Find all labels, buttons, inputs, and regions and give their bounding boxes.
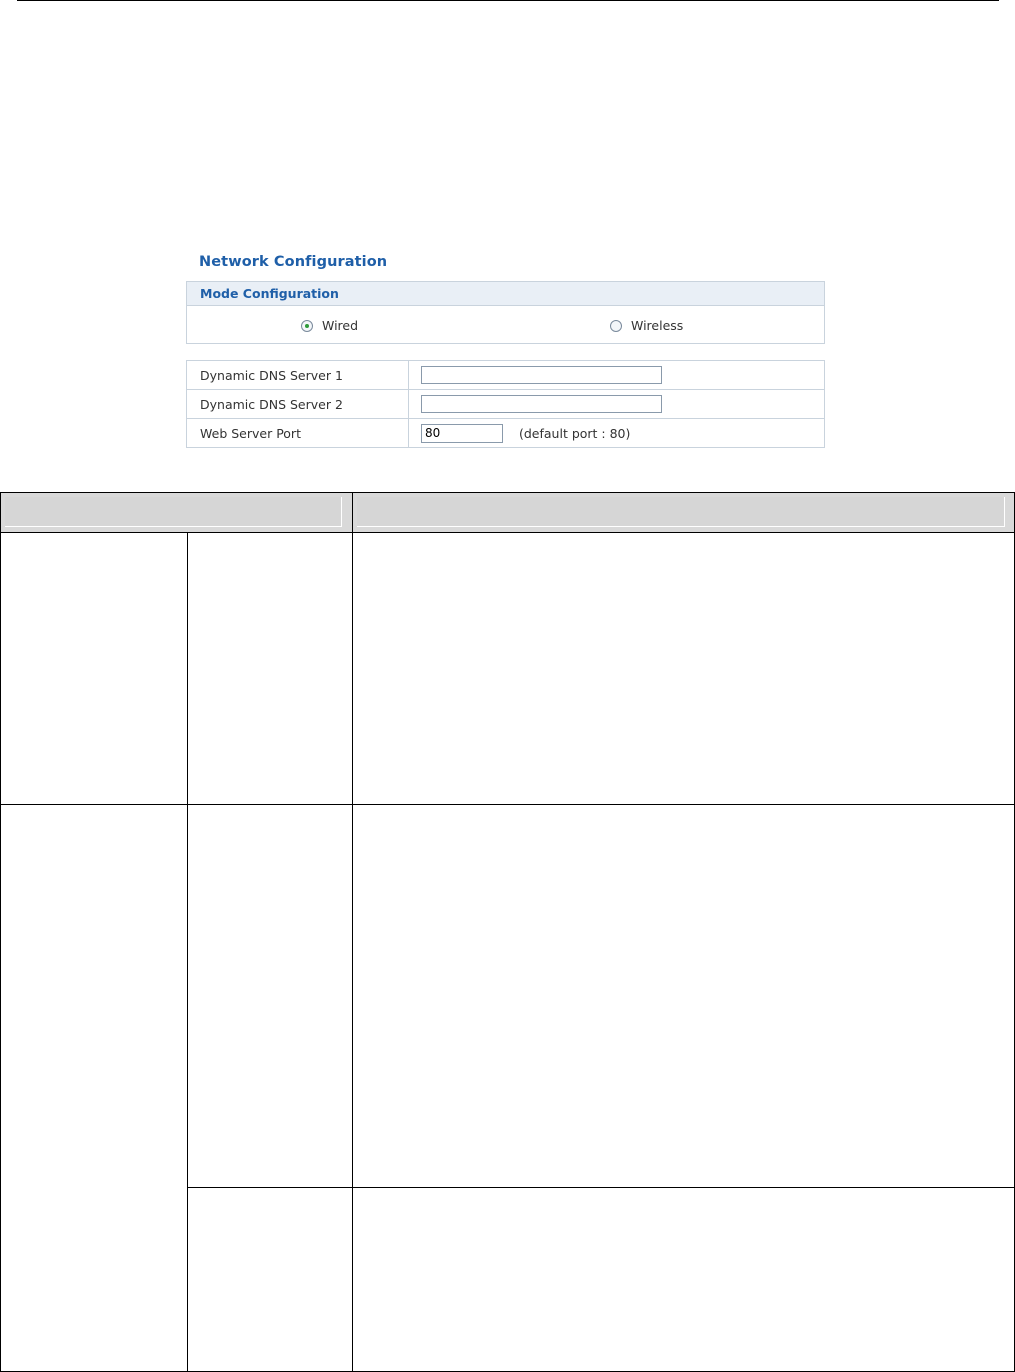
column-divider-2 xyxy=(352,533,353,1371)
dns-server-2-label: Dynamic DNS Server 2 xyxy=(186,389,409,419)
mode-option-wireless[interactable]: Wireless xyxy=(610,318,683,333)
header-cell-right xyxy=(357,497,1005,527)
radio-checked-icon[interactable] xyxy=(301,319,313,332)
settings-table: Dynamic DNS Server 1 Dynamic DNS Server … xyxy=(186,360,825,448)
web-server-port-hint: (default port : 80) xyxy=(518,425,631,441)
dns-server-1-cell xyxy=(408,360,825,390)
column-divider-1 xyxy=(187,533,188,1371)
document-table-header xyxy=(1,493,1014,533)
settings-row-dns1: Dynamic DNS Server 1 xyxy=(186,360,825,390)
settings-row-dns2: Dynamic DNS Server 2 xyxy=(186,389,825,419)
web-server-port-input[interactable] xyxy=(421,423,503,443)
radio-unchecked-icon[interactable] xyxy=(610,319,622,332)
mode-configuration-box: Mode Configuration Wired Wireless xyxy=(186,281,825,344)
dns-server-2-input[interactable] xyxy=(421,395,662,413)
web-server-port-label: Web Server Port xyxy=(186,418,409,448)
dns-server-1-label: Dynamic DNS Server 1 xyxy=(186,360,409,390)
dns-server-1-input[interactable] xyxy=(421,366,662,384)
header-cell-left xyxy=(5,497,342,527)
settings-row-port: Web Server Port (default port : 80) xyxy=(186,418,825,448)
document-table xyxy=(0,492,1015,1372)
mode-option-label: Wireless xyxy=(631,318,684,333)
dns-server-2-cell xyxy=(408,389,825,419)
page-title: Network Configuration xyxy=(199,254,388,270)
header-divider xyxy=(352,493,353,533)
mode-option-label: Wired xyxy=(322,318,359,333)
web-server-port-cell: (default port : 80) xyxy=(408,418,825,448)
mode-option-wired[interactable]: Wired xyxy=(301,318,358,333)
row-divider-1 xyxy=(1,804,1014,805)
top-rule xyxy=(17,0,999,1)
mode-configuration-header: Mode Configuration xyxy=(187,282,824,306)
row-divider-2 xyxy=(187,1187,1014,1188)
